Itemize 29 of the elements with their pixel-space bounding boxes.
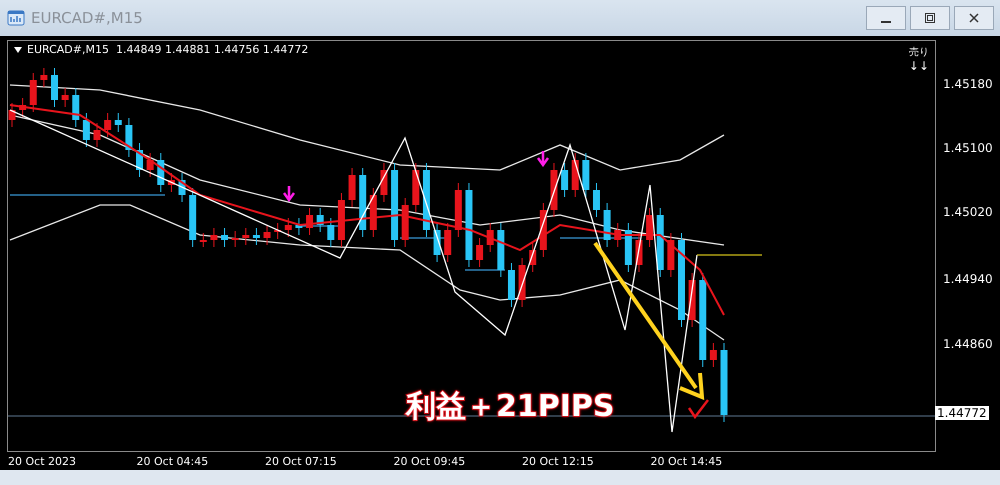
time-label: 20 Oct 09:45 — [394, 454, 466, 468]
price-label: 1.45020 — [943, 205, 993, 219]
window-title: EURCAD#,M15 — [31, 9, 144, 27]
signal-label: 売り — [909, 46, 929, 59]
price-label: 1.45180 — [943, 77, 993, 91]
current-price-label: 1.44772 — [935, 406, 989, 420]
time-label: 20 Oct 07:15 — [265, 454, 338, 468]
level-line — [697, 254, 762, 256]
time-label: 20 Oct 14:45 — [650, 454, 724, 468]
close-button[interactable] — [954, 6, 994, 30]
minimize-button[interactable] — [866, 6, 906, 30]
close-icon — [969, 13, 979, 23]
dropdown-triangle-icon — [14, 46, 22, 52]
price-label: 1.44860 — [943, 337, 993, 351]
signal-arrows: ↓↓ — [908, 59, 929, 73]
minimize-icon — [881, 20, 891, 22]
restore-button[interactable] — [910, 6, 950, 30]
price-label: 1.45100 — [943, 141, 993, 155]
chart-window-icon — [7, 10, 25, 26]
restore-icon — [925, 13, 935, 23]
arrow-icon — [282, 184, 296, 202]
time-label: 20 Oct 04:45 — [136, 454, 210, 468]
profit-annotation: 利益＋21PIPS — [406, 388, 614, 426]
time-label: 20 Oct 12:15 — [522, 454, 595, 468]
price-label: 1.44940 — [943, 272, 993, 286]
time-label: 20 Oct 2023 — [8, 454, 78, 468]
symbol-prices: EURCAD#,M15 1.44849 1.44881 1.44756 1.44772 — [27, 43, 308, 56]
arrow-icon — [536, 150, 550, 168]
check-mark-icon — [688, 399, 709, 420]
